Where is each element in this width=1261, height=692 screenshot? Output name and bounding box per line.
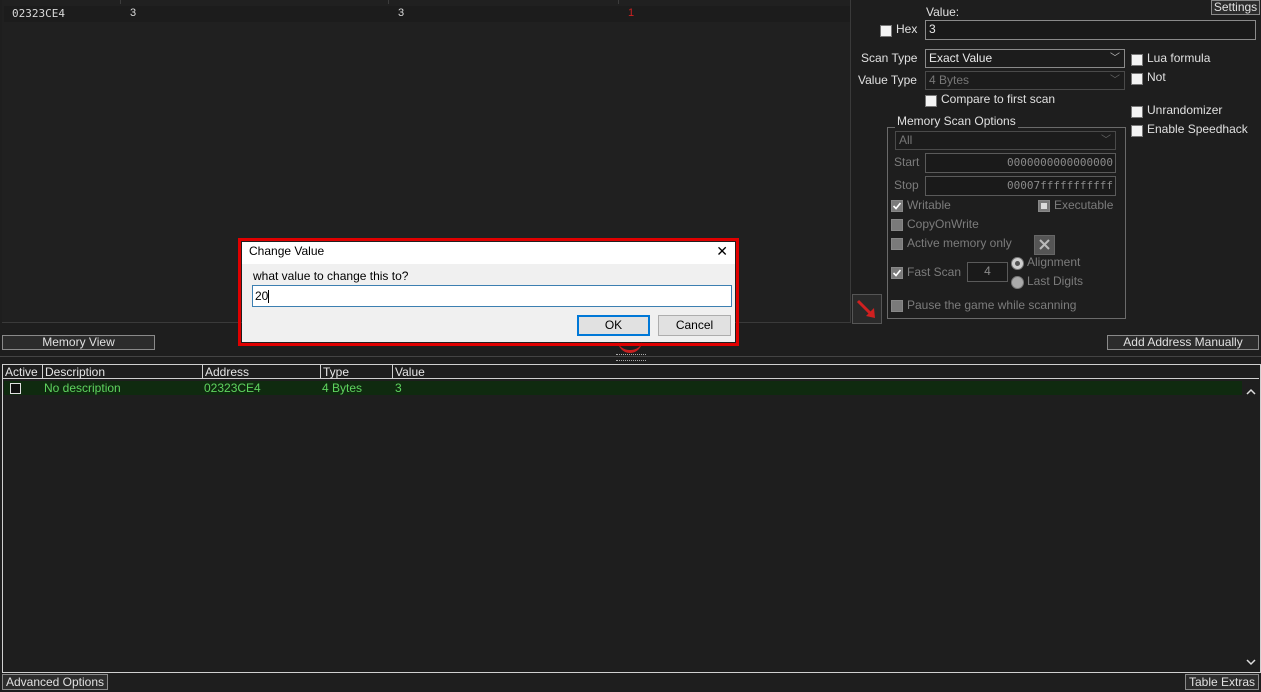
chevron-down-icon: ﹀	[1110, 75, 1120, 86]
alignment-radio[interactable]	[1011, 257, 1024, 270]
stop-address-input[interactable]: 00007fffffffffff	[925, 176, 1116, 196]
pause-game-checkbox[interactable]	[891, 300, 903, 312]
value-input[interactable]: 3	[925, 20, 1256, 40]
start-label: Start	[894, 155, 920, 169]
close-icon[interactable]: ✕	[716, 243, 728, 260]
memory-region-value: All	[899, 133, 913, 147]
unrandomizer-checkbox[interactable]	[1131, 106, 1143, 118]
stop-label: Stop	[894, 178, 919, 192]
checkmark-icon	[892, 269, 902, 277]
header-description[interactable]: Description	[43, 365, 203, 379]
result-value: 3	[130, 7, 137, 19]
memory-scan-options-title: Memory Scan Options	[895, 114, 1018, 128]
splitter-handle[interactable]	[616, 354, 646, 361]
memory-region-select[interactable]: All ﹀	[895, 131, 1116, 150]
result-row[interactable]: 02323CE4 3 3 1	[4, 6, 850, 22]
speedhack-checkbox[interactable]	[1131, 125, 1143, 137]
header-type[interactable]: Type	[321, 365, 393, 379]
add-address-button[interactable]: Add Address Manually	[1107, 335, 1259, 350]
scroll-down-icon[interactable]	[1243, 655, 1259, 669]
new-value-input[interactable]: 20	[252, 285, 732, 307]
unrandomizer-label: Unrandomizer	[1147, 103, 1223, 117]
executable-label: Executable	[1054, 198, 1114, 212]
column-separator	[618, 0, 619, 4]
row-description: No description	[44, 381, 121, 395]
new-value-text: 20	[255, 289, 269, 303]
row-type: 4 Bytes	[322, 381, 363, 395]
chevron-down-icon: ﹀	[1101, 135, 1111, 146]
dialog-title: Change Value	[249, 244, 325, 258]
value-type-label: Value Type	[858, 73, 917, 87]
clear-x-icon[interactable]	[1034, 235, 1055, 255]
copyonwrite-checkbox[interactable]	[891, 219, 903, 231]
fast-scan-checkbox[interactable]	[891, 267, 903, 279]
active-memory-label: Active memory only	[907, 236, 1012, 250]
address-table[interactable]: Active Description Address Type Value No…	[2, 364, 1261, 673]
ok-button[interactable]: OK	[577, 315, 650, 336]
red-arrow-icon[interactable]	[852, 294, 882, 324]
text-cursor	[268, 290, 270, 304]
hex-checkbox[interactable]	[880, 25, 892, 37]
column-separator	[120, 0, 121, 4]
not-checkbox[interactable]	[1131, 73, 1143, 85]
radio-dot-icon	[1015, 261, 1020, 266]
last-digits-label: Last Digits	[1027, 274, 1084, 288]
change-value-dialog: Change Value ✕ what value to change this…	[242, 242, 735, 342]
last-digits-radio[interactable]	[1011, 276, 1024, 289]
fast-scan-input[interactable]: 4	[967, 262, 1008, 282]
speedhack-label: Enable Speedhack	[1147, 122, 1248, 136]
scroll-up-icon[interactable]	[1243, 385, 1259, 399]
result-address: 02323CE4	[12, 7, 65, 20]
cancel-button[interactable]: Cancel	[658, 315, 731, 336]
value-type-select[interactable]: 4 Bytes ﹀	[925, 71, 1125, 90]
header-active[interactable]: Active	[3, 365, 43, 379]
pause-game-label: Pause the game while scanning	[907, 298, 1077, 312]
row-address: 02323CE4	[204, 381, 261, 395]
fast-scan-label: Fast Scan	[907, 265, 962, 279]
row-value: 3	[395, 381, 402, 395]
writable-checkbox[interactable]	[891, 200, 903, 212]
start-address-input[interactable]: 0000000000000000	[925, 153, 1116, 173]
value-label: Value:	[926, 5, 960, 19]
value-type-value: 4 Bytes	[929, 73, 970, 87]
copyonwrite-label: CopyOnWrite	[907, 217, 979, 231]
hex-label: Hex	[896, 22, 918, 36]
memory-view-button[interactable]: Memory View	[2, 335, 155, 350]
compare-first-label: Compare to first scan	[941, 92, 1056, 106]
lua-formula-label: Lua formula	[1147, 51, 1211, 65]
indeterminate-mark-icon	[1041, 203, 1047, 209]
table-scrollbar[interactable]	[1243, 381, 1259, 671]
result-first: 1	[628, 7, 635, 19]
column-separator	[388, 0, 389, 4]
compare-first-checkbox[interactable]	[925, 95, 937, 107]
table-row[interactable]: No description 02323CE4 4 Bytes 3	[4, 381, 1242, 395]
executable-checkbox[interactable]	[1038, 200, 1050, 212]
scan-type-value: Exact Value	[929, 51, 993, 65]
table-extras-button[interactable]: Table Extras	[1185, 674, 1259, 690]
scan-type-label: Scan Type	[861, 51, 918, 65]
header-address[interactable]: Address	[203, 365, 321, 379]
advanced-options-button[interactable]: Advanced Options	[2, 674, 108, 690]
active-memory-checkbox[interactable]	[891, 238, 903, 250]
alignment-label: Alignment	[1027, 255, 1081, 269]
settings-button[interactable]: Settings	[1211, 0, 1260, 15]
not-label: Not	[1147, 70, 1166, 84]
lua-formula-checkbox[interactable]	[1131, 54, 1143, 66]
checkmark-icon	[892, 202, 902, 210]
active-checkbox[interactable]	[10, 383, 21, 394]
writable-label: Writable	[907, 198, 951, 212]
chevron-down-icon: ﹀	[1110, 53, 1120, 64]
header-value[interactable]: Value	[393, 365, 1259, 379]
dialog-titlebar[interactable]: Change Value ✕	[242, 242, 735, 264]
dialog-prompt: what value to change this to?	[253, 269, 409, 283]
scan-type-select[interactable]: Exact Value ﹀	[925, 49, 1125, 68]
result-previous: 3	[398, 7, 405, 19]
